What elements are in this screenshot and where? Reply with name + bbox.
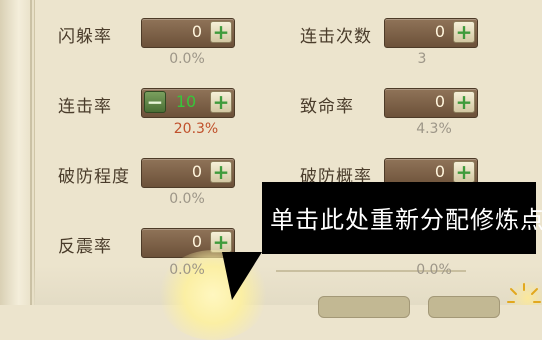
stat-label-combo-rate: 连击率 [58,97,112,117]
bottom-button-partial[interactable] [428,296,500,318]
stat-value-armor-break-level: 0 [191,162,202,181]
stat-label-armor-break-level: 破防程度 [58,167,130,187]
bottom-button-partial[interactable] [318,296,410,318]
sparkle-icon [506,282,542,305]
stat-box-dodge: 0 + [141,18,235,48]
stat-percent-dodge: 0.0% [169,51,205,67]
callout-pointer [222,252,262,300]
plus-icon[interactable]: + [210,91,232,113]
stat-value-dodge: 0 [191,22,202,41]
plus-icon[interactable]: + [210,161,232,183]
reallocate-callout: 单击此处重新分配修炼点 [262,182,542,254]
stat-label-crit-rate: 致命率 [300,97,354,117]
stat-value-counter-rate: 0 [191,232,202,251]
stat-value-combo-rate: 10 [175,92,197,111]
plus-icon[interactable]: + [453,91,475,113]
stat-percent-right-bottom: 0.0% [416,262,452,278]
stat-percent-crit-rate: 4.3% [416,121,452,137]
stat-percent-counter-rate: 0.0% [169,262,205,278]
plus-icon[interactable]: + [453,21,475,43]
stat-value-crit-rate: 0 [434,92,445,111]
minus-icon[interactable]: − [144,91,166,113]
stat-box-combo-rate: − 10 + [141,88,235,118]
stat-label-counter-rate: 反震率 [58,237,112,257]
plus-icon[interactable]: + [453,161,475,183]
callout-text: 单击此处重新分配修炼点 [270,206,542,234]
stat-percent-combo-count: 3 [417,51,427,67]
frame-edge [30,0,32,305]
stat-box-combo-count: 0 + [384,18,478,48]
plus-icon[interactable]: + [210,21,232,43]
stat-value-armor-break-rate: 0 [434,162,445,181]
stat-label-combo-count: 连击次数 [300,27,372,47]
stat-value-combo-count: 0 [434,22,445,41]
stat-percent-armor-break-level: 0.0% [169,191,205,207]
stat-box-armor-break-level: 0 + [141,158,235,188]
panel-left-frame [0,0,35,305]
stat-box-crit-rate: 0 + [384,88,478,118]
stat-label-dodge: 闪躲率 [58,27,112,47]
stat-percent-combo-rate: 20.3% [173,121,219,137]
